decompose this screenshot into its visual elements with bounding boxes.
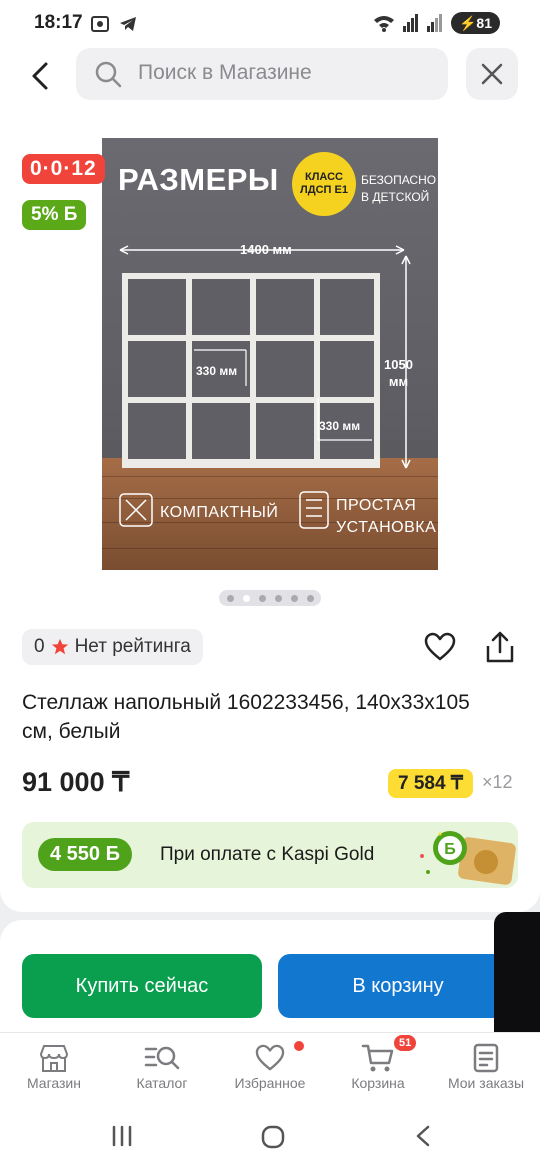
width-label: 1400 мм — [240, 242, 292, 257]
tab-cart-label: Корзина — [351, 1075, 405, 1091]
search-header: Поиск в Магазине — [0, 48, 540, 120]
battery-level: 81 — [476, 15, 492, 31]
safe-note: БЕЗОПАСНО В ДЕТСКОЙ — [361, 172, 436, 206]
feature-compact: КОМПАКТНЫЙ — [160, 504, 279, 521]
kaspi-gold-text: При оплате с Kaspi Gold — [160, 844, 375, 865]
orders-icon — [473, 1043, 499, 1073]
signal-icon — [402, 14, 418, 32]
catalog-icon — [144, 1046, 180, 1070]
safe-line2: В ДЕТСКОЙ — [361, 190, 430, 204]
installment-promo-badge: 0·0·12 — [22, 154, 105, 184]
pager-dot-active[interactable] — [242, 594, 250, 602]
pager-dot[interactable] — [306, 594, 314, 602]
pager-dot[interactable] — [290, 594, 298, 602]
shop-icon — [39, 1045, 69, 1072]
tab-shop[interactable]: Магазин — [0, 1041, 108, 1091]
search-icon — [95, 61, 122, 88]
buy-now-button[interactable]: Купить сейчас — [22, 954, 262, 1018]
chevron-left-icon — [32, 62, 48, 90]
tab-orders[interactable]: Мои заказы — [432, 1041, 540, 1091]
favorites-indicator-dot — [294, 1041, 304, 1051]
cart-icon — [361, 1044, 394, 1072]
pager-dot[interactable] — [226, 594, 234, 602]
recents-button[interactable] — [110, 1124, 134, 1153]
tab-favorites-label: Избранное — [234, 1075, 306, 1091]
chevron-left-icon — [416, 1125, 430, 1147]
image-pager[interactable] — [219, 590, 321, 606]
product-card: РАЗМЕРЫ КЛАСС ЛДСП Е1 БЕЗОПАСНО В ДЕТСКО… — [0, 120, 540, 912]
cell-label-2: 330 мм — [319, 419, 361, 433]
screenshot-icon — [91, 16, 109, 32]
tab-catalog-label: Каталог — [136, 1075, 188, 1091]
height-label: 1050 мм — [384, 356, 413, 390]
battery-bolt-icon: ⚡ — [458, 14, 477, 31]
pager-dot[interactable] — [258, 594, 266, 602]
ldsp-badge: КЛАСС ЛДСП Е1 — [292, 152, 356, 216]
back-button[interactable] — [24, 58, 60, 94]
installment-multiplier: ×12 — [482, 772, 513, 792]
close-icon — [481, 63, 503, 85]
share-icon — [486, 631, 514, 663]
status-time: 18:17 — [34, 12, 83, 33]
status-bar: 18:17 ⚡ 81 — [0, 0, 540, 48]
star-icon — [51, 638, 68, 655]
home-button[interactable] — [260, 1124, 286, 1155]
rating-badge[interactable]: 0 Нет рейтинга — [22, 629, 203, 665]
safe-line1: БЕЗОПАСНО — [361, 173, 437, 187]
bottom-tab-bar: Магазин Каталог Избранное 51 Корзина Мои… — [0, 1032, 540, 1104]
product-price: 91 000 ₸ — [22, 767, 130, 797]
kaspi-gold-banner[interactable]: 4 550 Б При оплате с Kaspi Gold Б — [22, 822, 518, 888]
system-nav-bar — [0, 1104, 540, 1170]
badge-line1: КЛАСС — [305, 171, 343, 183]
feature-install-line1: ПРОСТАЯ — [336, 497, 417, 514]
tab-catalog[interactable]: Каталог — [108, 1041, 216, 1091]
cell-label-1: 330 мм — [196, 364, 238, 378]
search-placeholder: Поиск в Магазине — [138, 61, 312, 84]
close-search-button[interactable] — [466, 48, 518, 100]
product-image[interactable]: РАЗМЕРЫ КЛАСС ЛДСП Е1 БЕЗОПАСНО В ДЕТСКО… — [102, 138, 438, 570]
feature-install-line2: УСТАНОВКА — [336, 519, 437, 536]
recents-icon — [112, 1125, 132, 1147]
battery-indicator: ⚡ 81 — [450, 12, 500, 34]
telegram-icon — [120, 17, 136, 31]
feature-install: ПРОСТАЯ УСТАНОВКА — [336, 495, 436, 539]
kaspi-gold-bonus: 4 550 Б — [38, 838, 132, 871]
tab-cart[interactable]: 51 Корзина — [324, 1035, 432, 1091]
svg-text:Б: Б — [444, 841, 456, 858]
badge-line2: ЛДСП Е1 — [300, 184, 348, 196]
pager-dot[interactable] — [274, 594, 282, 602]
height-label-1: 1050 — [384, 357, 413, 372]
product-title: Стеллаж напольный 1602233456, 140x33x105… — [22, 691, 470, 743]
image-title: РАЗМЕРЫ — [118, 162, 279, 197]
rating-text: Нет рейтинга — [74, 636, 191, 657]
status-left-icons — [90, 14, 138, 34]
bonus-promo-badge: 5% Б — [22, 200, 87, 230]
search-input[interactable]: Поиск в Магазине — [76, 48, 448, 100]
tab-shop-label: Магазин — [26, 1075, 81, 1091]
rating-value: 0 — [34, 636, 45, 657]
add-to-cart-button[interactable]: В корзину — [278, 954, 518, 1018]
heart-icon — [255, 1044, 285, 1071]
system-back-button[interactable] — [412, 1124, 436, 1153]
favorite-button[interactable] — [424, 632, 456, 667]
share-button[interactable] — [484, 630, 516, 669]
home-icon — [261, 1125, 285, 1149]
wifi-icon — [373, 16, 394, 32]
installment-price[interactable]: 7 584 ₸ — [388, 769, 473, 798]
kaspi-gold-icon: Б — [420, 831, 516, 885]
signal-r-icon — [426, 14, 442, 32]
cart-count-badge: 51 — [394, 1035, 417, 1051]
heart-icon — [424, 632, 456, 661]
tab-orders-label: Мои заказы — [447, 1075, 525, 1091]
action-bar: Купить сейчас В корзину — [0, 920, 540, 1032]
status-right-icons: ⚡ 81 — [373, 12, 500, 34]
tab-favorites[interactable]: Избранное — [216, 1041, 324, 1091]
height-label-2: мм — [388, 374, 409, 389]
